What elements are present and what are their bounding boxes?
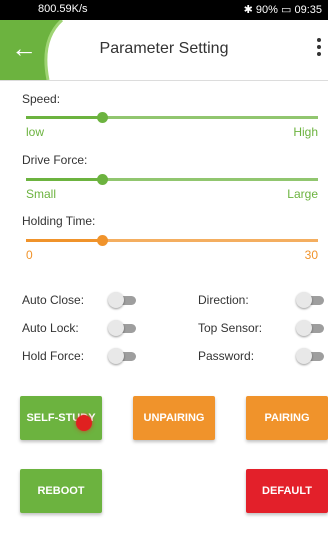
top-sensor-toggle[interactable] xyxy=(296,320,328,336)
auto-close-label: Auto Close: xyxy=(22,293,85,307)
bluetooth-icon: ✱ xyxy=(243,4,253,16)
password-label: Password: xyxy=(198,349,255,363)
hold-force-toggle[interactable] xyxy=(108,348,140,364)
top-sensor-label: Top Sensor: xyxy=(198,321,263,335)
status-bar: 800.59K/s ✱ 90% ▭ 09:35 xyxy=(0,0,328,20)
battery-icon: ▭ xyxy=(281,4,292,16)
auto-lock-label: Auto Lock: xyxy=(22,321,79,335)
drive-force-label: Drive Force: xyxy=(22,153,88,167)
direction-label: Direction: xyxy=(198,293,249,307)
speed-max-label: High xyxy=(293,125,318,139)
password-toggle[interactable] xyxy=(296,348,328,364)
auto-lock-toggle[interactable] xyxy=(108,320,140,336)
unpairing-button[interactable]: UNPAIRING xyxy=(133,396,215,440)
battery-level: 90% xyxy=(255,4,278,16)
drive-force-slider-thumb[interactable] xyxy=(97,174,108,185)
drive-force-slider[interactable] xyxy=(26,174,318,185)
reboot-button[interactable]: REBOOT xyxy=(20,469,102,513)
drive-force-slider-track xyxy=(102,178,318,181)
touch-indicator xyxy=(76,415,92,431)
page-title: Parameter Setting xyxy=(99,40,229,57)
network-speed: 800.59K/s xyxy=(38,3,88,15)
speed-slider-track xyxy=(102,116,318,119)
speed-slider[interactable] xyxy=(26,112,318,123)
app-bar: ← Parameter Setting xyxy=(0,20,328,81)
speed-slider-thumb[interactable] xyxy=(97,112,108,123)
drive-force-slider-fill xyxy=(26,178,102,181)
more-vert-icon[interactable] xyxy=(316,38,322,60)
speed-slider-fill xyxy=(26,116,102,119)
drive-force-min-label: Small xyxy=(26,187,57,201)
speed-label: Speed: xyxy=(22,92,61,106)
pairing-button[interactable]: PAIRING xyxy=(246,396,328,440)
clock: 09:35 xyxy=(294,4,322,16)
holding-time-label: Holding Time: xyxy=(22,214,96,228)
holding-time-max-label: 30 xyxy=(304,248,318,262)
auto-close-toggle[interactable] xyxy=(108,292,140,308)
holding-time-min-label: 0 xyxy=(26,248,33,262)
direction-toggle[interactable] xyxy=(296,292,328,308)
speed-min-label: low xyxy=(26,125,45,139)
hold-force-label: Hold Force: xyxy=(22,349,85,363)
drive-force-max-label: Large xyxy=(287,187,318,201)
holding-time-slider-fill xyxy=(26,239,102,242)
holding-time-slider-track xyxy=(102,239,318,242)
battery-time: ✱ 90% ▭ 09:35 xyxy=(244,3,322,16)
default-button[interactable]: DEFAULT xyxy=(246,469,328,513)
holding-time-slider-thumb[interactable] xyxy=(97,235,108,246)
holding-time-slider[interactable] xyxy=(26,235,318,246)
